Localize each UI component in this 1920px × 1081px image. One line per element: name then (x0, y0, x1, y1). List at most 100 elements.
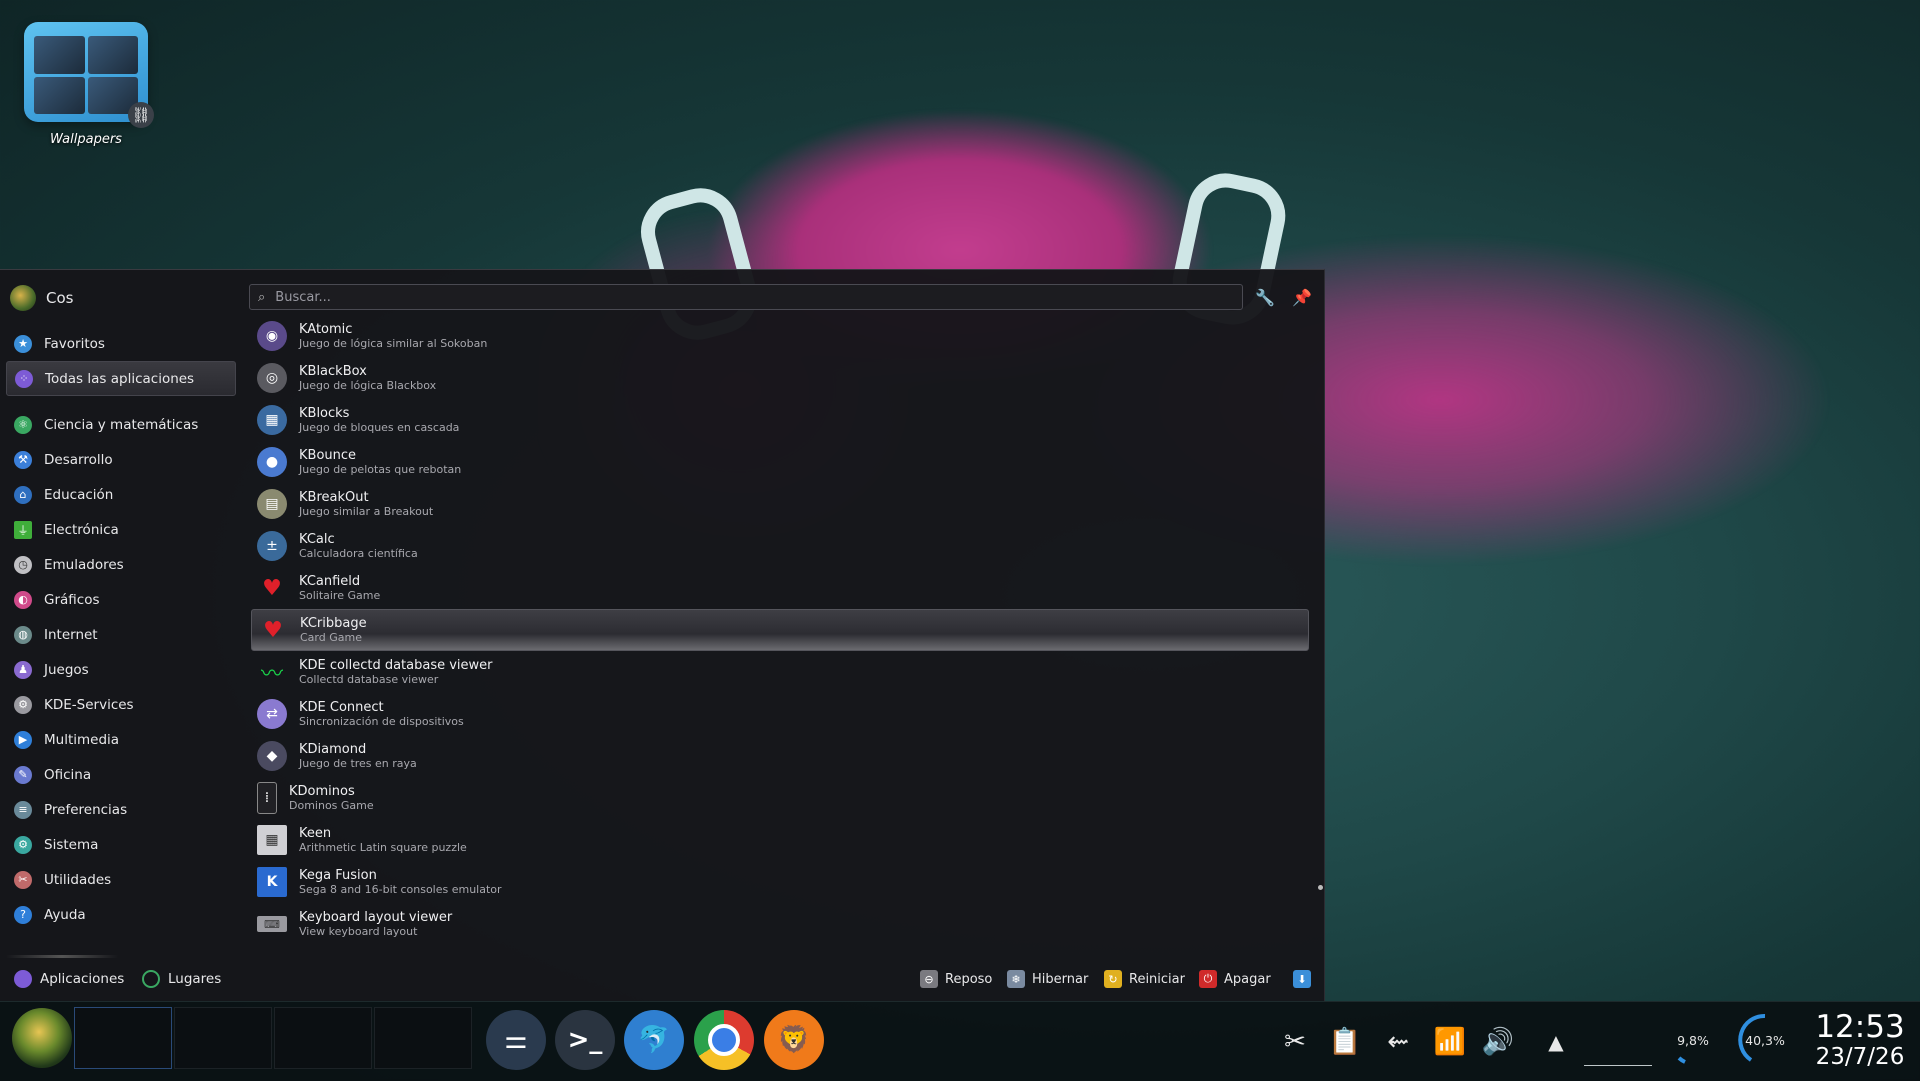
sleep-button[interactable]: ⊖ Reposo (920, 967, 992, 991)
list-item-katomic[interactable]: ◉ KAtomic Juego de lógica similar al Soko… (251, 315, 1309, 357)
category-label: Emuladores (44, 556, 124, 573)
clipboard-icon[interactable]: 📋 (1325, 1022, 1365, 1062)
configure-wrench-icon[interactable]: 🔧 (1253, 286, 1277, 310)
graphics-icon: ◐ (14, 590, 32, 609)
category-electronica[interactable]: ⏚ Electrónica (6, 512, 236, 547)
category-label: KDE-Services (44, 696, 134, 713)
system-settings-button[interactable]: ⚌ (486, 1010, 546, 1070)
list-item-kcalc[interactable]: ± KCalc Calculadora científica (251, 525, 1309, 567)
memory-gauge[interactable]: 40,3% (1737, 1012, 1793, 1068)
app-description: Arithmetic Latin square puzzle (299, 841, 467, 855)
category-educacion[interactable]: ⌂ Educación (6, 477, 236, 512)
desktop-icon-wallpapers[interactable]: ⛓ Wallpapers (18, 22, 154, 147)
taskbar: ⚌ >_ 🐬 🦁 ✂ 📋 ⇜ 📶 🔊 ▲ 9,8% 40,3% 12:53 23… (0, 1001, 1920, 1081)
brave-button[interactable]: 🦁 (764, 1010, 824, 1070)
application-launcher-button[interactable] (12, 1008, 72, 1068)
emulators-icon: ◷ (14, 555, 32, 574)
hibernate-button[interactable]: ❄ Hibernar (1007, 967, 1088, 991)
usb-icon[interactable]: ⇜ (1378, 1022, 1418, 1062)
category-oficina[interactable]: ✎ Oficina (6, 757, 236, 792)
utilities-icon: ✂ (14, 870, 32, 889)
tab-aplicaciones[interactable]: Aplicaciones (14, 967, 124, 991)
education-icon: ⌂ (14, 485, 32, 504)
search-input[interactable] (273, 288, 1178, 306)
category-label: Oficina (44, 766, 92, 783)
kbounce-icon: ● (257, 447, 287, 477)
category-label: Educación (44, 486, 114, 503)
help-icon: ? (14, 905, 32, 924)
scrollbar-indicator[interactable] (1318, 885, 1323, 890)
app-title: KCanfield (299, 573, 361, 589)
list-item-kbounce[interactable]: ● KBounce Juego de pelotas que rebotan (251, 441, 1309, 483)
category-desarrollo[interactable]: ⚒ Desarrollo (6, 442, 236, 477)
app-description: Juego de lógica similar al Sokoban (299, 337, 488, 351)
list-item-kega-fusion[interactable]: K Kega Fusion Sega 8 and 16-bit consoles … (251, 861, 1309, 903)
shutdown-button[interactable]: ⏻ Apagar (1199, 967, 1271, 991)
chrome-button[interactable] (694, 1010, 754, 1070)
app-title: KDE collectd database viewer (299, 657, 493, 673)
category-kde-services[interactable]: ⚙ KDE-Services (6, 687, 236, 722)
volume-icon[interactable]: 🔊 (1478, 1022, 1518, 1062)
list-item-keyboard-layout-viewer[interactable]: ⌨ Keyboard layout viewer View keyboard la… (251, 903, 1309, 945)
development-icon: ⚒ (14, 450, 32, 469)
domino-icon: ⁞ (257, 782, 277, 814)
pager-desktop-4[interactable] (374, 1007, 472, 1069)
list-item-keen[interactable]: ▦ Keen Arithmetic Latin square puzzle (251, 819, 1309, 861)
pager-desktop-3[interactable] (274, 1007, 372, 1069)
category-emuladores[interactable]: ◷ Emuladores (6, 547, 236, 582)
list-item-kblackbox[interactable]: ◎ KBlackBox Juego de lógica Blackbox (251, 357, 1309, 399)
category-label: Multimedia (44, 731, 120, 748)
more-actions-button[interactable]: ⬇ (1293, 967, 1311, 991)
list-item-kdiamond[interactable]: ◆ KDiamond Juego de tres en raya (251, 735, 1309, 777)
user-avatar (10, 285, 36, 311)
search-field[interactable]: ⌕ (249, 284, 1243, 310)
konsole-button[interactable]: >_ (555, 1010, 615, 1070)
app-title: Keyboard layout viewer (299, 909, 453, 925)
app-description: Juego de bloques en cascada (299, 421, 460, 435)
office-icon: ✎ (14, 765, 32, 784)
category-internet[interactable]: ◍ Internet (6, 617, 236, 652)
category-multimedia[interactable]: ▶ Multimedia (6, 722, 236, 757)
category-label: Utilidades (44, 871, 112, 888)
list-item-kdominos[interactable]: ⁞ KDominos Dominos Game (251, 777, 1309, 819)
tab-label: Lugares (168, 971, 222, 987)
category-graficos[interactable]: ◐ Gráficos (6, 582, 236, 617)
pin-icon[interactable]: 📌 (1290, 286, 1314, 310)
tab-lugares[interactable]: Lugares (142, 967, 221, 991)
expand-tray-icon[interactable]: ▲ (1536, 1022, 1576, 1062)
cpu-gauge[interactable]: 9,8% (1665, 1012, 1721, 1068)
games-icon: ♟ (14, 660, 32, 679)
kega-icon: K (257, 867, 287, 897)
category-todas-las-aplicaciones[interactable]: ⁘ Todas las aplicaciones (6, 361, 236, 396)
category-utilidades[interactable]: ✂ Utilidades (6, 862, 236, 897)
terminal-icon: >_ (567, 1025, 603, 1055)
list-item-kcribbage[interactable]: ♥ KCribbage Card Game (251, 609, 1309, 651)
app-title: KCalc (299, 531, 335, 547)
kdiamond-icon: ◆ (257, 741, 287, 771)
dolphin-button[interactable]: 🐬 (624, 1010, 684, 1070)
list-item-kcanfield[interactable]: ♥ KCanfield Solitaire Game (251, 567, 1309, 609)
list-item-kbreakout[interactable]: ▤ KBreakOut Juego similar a Breakout (251, 483, 1309, 525)
category-ayuda[interactable]: ? Ayuda (6, 897, 236, 932)
list-item-kde-connect[interactable]: ⇄ KDE Connect Sincronización de dispositi… (251, 693, 1309, 735)
user-name: Cos (46, 289, 74, 307)
wifi-icon[interactable]: 📶 (1430, 1022, 1470, 1062)
screenshot-tool-icon[interactable]: ✂ (1275, 1022, 1315, 1062)
list-item-kde-collectd[interactable]: 〰 KDE collectd database viewer Collectd d… (251, 651, 1309, 693)
category-juegos[interactable]: ♟ Juegos (6, 652, 236, 687)
list-item-kblocks[interactable]: ▦ KBlocks Juego de bloques en cascada (251, 399, 1309, 441)
app-description: Juego de tres en raya (299, 757, 417, 771)
category-sistema[interactable]: ⚙ Sistema (6, 827, 236, 862)
preferences-icon: ≡ (14, 800, 32, 819)
app-description: Calculadora científica (299, 547, 418, 561)
category-label: Ayuda (44, 906, 86, 923)
category-ciencia[interactable]: ⚛ Ciencia y matemáticas (6, 407, 236, 442)
restart-button[interactable]: ↻ Reiniciar (1104, 967, 1185, 991)
kdeconnect-icon: ⇄ (257, 699, 287, 729)
category-preferencias[interactable]: ≡ Preferencias (6, 792, 236, 827)
digital-clock[interactable]: 12:53 23/7/26 (1808, 1010, 1912, 1070)
category-favoritos[interactable]: ★ Favoritos (6, 326, 236, 361)
pager-desktop-1[interactable] (74, 1007, 172, 1069)
pager-desktop-2[interactable] (174, 1007, 272, 1069)
app-title: Keen (299, 825, 332, 841)
